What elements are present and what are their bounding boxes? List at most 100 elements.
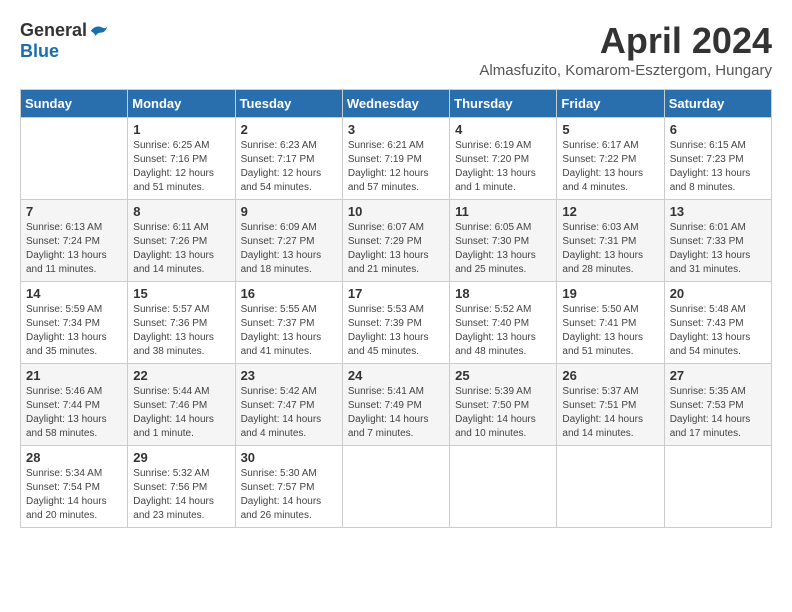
- calendar-cell: [450, 446, 557, 528]
- calendar-cell: 13 Sunrise: 6:01 AM Sunset: 7:33 PM Dayli…: [664, 200, 771, 282]
- calendar-cell: [664, 446, 771, 528]
- calendar-cell: 18 Sunrise: 5:52 AM Sunset: 7:40 PM Dayli…: [450, 282, 557, 364]
- calendar-cell: 9 Sunrise: 6:09 AM Sunset: 7:27 PM Daylig…: [235, 200, 342, 282]
- header-thursday: Thursday: [450, 90, 557, 118]
- calendar-cell: 5 Sunrise: 6:17 AM Sunset: 7:22 PM Daylig…: [557, 118, 664, 200]
- day-info: Sunrise: 6:03 AM Sunset: 7:31 PM Dayligh…: [562, 221, 658, 277]
- day-number: 22: [133, 368, 229, 383]
- day-info: Sunrise: 5:52 AM Sunset: 7:40 PM Dayligh…: [455, 303, 551, 359]
- calendar-cell: 1 Sunrise: 6:25 AM Sunset: 7:16 PM Daylig…: [128, 118, 235, 200]
- calendar-table: SundayMondayTuesdayWednesdayThursdayFrid…: [20, 89, 772, 528]
- calendar-cell: [21, 118, 128, 200]
- day-number: 7: [26, 204, 122, 219]
- logo-general: General: [20, 20, 87, 41]
- month-title: April 2024: [479, 20, 772, 62]
- calendar-cell: 8Sunrise: 6:11 AM Sunset: 7:26 PM Daylig…: [128, 200, 235, 282]
- day-info: Sunrise: 5:44 AM Sunset: 7:46 PM Dayligh…: [133, 385, 229, 441]
- day-info: Sunrise: 6:19 AM Sunset: 7:20 PM Dayligh…: [455, 139, 551, 195]
- day-number: 11: [455, 204, 551, 219]
- day-number: 18: [455, 286, 551, 301]
- calendar-cell: 7 Sunrise: 6:13 AM Sunset: 7:24 PM Daylig…: [21, 200, 128, 282]
- calendar-cell: 6 Sunrise: 6:15 AM Sunset: 7:23 PM Daylig…: [664, 118, 771, 200]
- day-number: 15: [133, 286, 229, 301]
- day-info: Sunrise: 6:01 AM Sunset: 7:33 PM Dayligh…: [670, 221, 766, 277]
- calendar-cell: 2 Sunrise: 6:23 AM Sunset: 7:17 PM Daylig…: [235, 118, 342, 200]
- day-number: 16: [241, 286, 337, 301]
- day-number: 17: [348, 286, 444, 301]
- day-info: Sunrise: 6:25 AM Sunset: 7:16 PM Dayligh…: [133, 139, 229, 195]
- day-info: Sunrise: 5:53 AM Sunset: 7:39 PM Dayligh…: [348, 303, 444, 359]
- calendar-cell: 23 Sunrise: 5:42 AM Sunset: 7:47 PM Dayli…: [235, 364, 342, 446]
- calendar-cell: 19 Sunrise: 5:50 AM Sunset: 7:41 PM Dayli…: [557, 282, 664, 364]
- day-number: 20: [670, 286, 766, 301]
- header-friday: Friday: [557, 90, 664, 118]
- day-number: 9: [241, 204, 337, 219]
- day-number: 5: [562, 122, 658, 137]
- calendar-cell: 25 Sunrise: 5:39 AM Sunset: 7:50 PM Dayli…: [450, 364, 557, 446]
- calendar-cell: 4 Sunrise: 6:19 AM Sunset: 7:20 PM Daylig…: [450, 118, 557, 200]
- logo: General Blue: [20, 20, 109, 62]
- calendar-cell: 21Sunrise: 5:46 AM Sunset: 7:44 PM Dayli…: [21, 364, 128, 446]
- day-info: Sunrise: 5:55 AM Sunset: 7:37 PM Dayligh…: [241, 303, 337, 359]
- day-info: Sunrise: 6:13 AM Sunset: 7:24 PM Dayligh…: [26, 221, 122, 277]
- day-info: Sunrise: 5:42 AM Sunset: 7:47 PM Dayligh…: [241, 385, 337, 441]
- day-number: 3: [348, 122, 444, 137]
- day-info: Sunrise: 6:21 AM Sunset: 7:19 PM Dayligh…: [348, 139, 444, 195]
- day-info: Sunrise: 6:17 AM Sunset: 7:22 PM Dayligh…: [562, 139, 658, 195]
- day-info: Sunrise: 5:34 AM Sunset: 7:54 PM Dayligh…: [26, 467, 122, 523]
- location: Almasfuzito, Komarom-Esztergom, Hungary: [479, 62, 772, 79]
- title-area: April 2024 Almasfuzito, Komarom-Esztergo…: [479, 20, 772, 79]
- day-info: Sunrise: 5:35 AM Sunset: 7:53 PM Dayligh…: [670, 385, 766, 441]
- day-info: Sunrise: 6:23 AM Sunset: 7:17 PM Dayligh…: [241, 139, 337, 195]
- day-number: 19: [562, 286, 658, 301]
- day-info: Sunrise: 6:07 AM Sunset: 7:29 PM Dayligh…: [348, 221, 444, 277]
- header-monday: Monday: [128, 90, 235, 118]
- day-info: Sunrise: 5:37 AM Sunset: 7:51 PM Dayligh…: [562, 385, 658, 441]
- day-number: 6: [670, 122, 766, 137]
- day-number: 23: [241, 368, 337, 383]
- day-number: 2: [241, 122, 337, 137]
- calendar-cell: 30Sunrise: 5:30 AM Sunset: 7:57 PM Dayli…: [235, 446, 342, 528]
- logo-blue: Blue: [20, 41, 59, 62]
- calendar-cell: [557, 446, 664, 528]
- calendar-cell: 12 Sunrise: 6:03 AM Sunset: 7:31 PM Dayli…: [557, 200, 664, 282]
- day-number: 30: [241, 450, 337, 465]
- calendar-cell: 24Sunrise: 5:41 AM Sunset: 7:49 PM Dayli…: [342, 364, 449, 446]
- day-info: Sunrise: 6:05 AM Sunset: 7:30 PM Dayligh…: [455, 221, 551, 277]
- calendar-cell: 26Sunrise: 5:37 AM Sunset: 7:51 PM Dayli…: [557, 364, 664, 446]
- day-info: Sunrise: 5:32 AM Sunset: 7:56 PM Dayligh…: [133, 467, 229, 523]
- calendar-week-1: 1 Sunrise: 6:25 AM Sunset: 7:16 PM Daylig…: [21, 118, 772, 200]
- day-number: 27: [670, 368, 766, 383]
- day-number: 1: [133, 122, 229, 137]
- calendar-cell: 10 Sunrise: 6:07 AM Sunset: 7:29 PM Dayli…: [342, 200, 449, 282]
- day-info: Sunrise: 5:41 AM Sunset: 7:49 PM Dayligh…: [348, 385, 444, 441]
- calendar-week-5: 28Sunrise: 5:34 AM Sunset: 7:54 PM Dayli…: [21, 446, 772, 528]
- day-number: 14: [26, 286, 122, 301]
- calendar-week-3: 14 Sunrise: 5:59 AM Sunset: 7:34 PM Dayli…: [21, 282, 772, 364]
- day-info: Sunrise: 5:59 AM Sunset: 7:34 PM Dayligh…: [26, 303, 122, 359]
- day-number: 29: [133, 450, 229, 465]
- calendar-cell: 17 Sunrise: 5:53 AM Sunset: 7:39 PM Dayli…: [342, 282, 449, 364]
- day-info: Sunrise: 5:39 AM Sunset: 7:50 PM Dayligh…: [455, 385, 551, 441]
- day-info: Sunrise: 5:46 AM Sunset: 7:44 PM Dayligh…: [26, 385, 122, 441]
- day-info: Sunrise: 5:50 AM Sunset: 7:41 PM Dayligh…: [562, 303, 658, 359]
- calendar-header-row: SundayMondayTuesdayWednesdayThursdayFrid…: [21, 90, 772, 118]
- day-info: Sunrise: 6:09 AM Sunset: 7:27 PM Dayligh…: [241, 221, 337, 277]
- calendar-cell: 20 Sunrise: 5:48 AM Sunset: 7:43 PM Dayli…: [664, 282, 771, 364]
- day-number: 10: [348, 204, 444, 219]
- day-number: 4: [455, 122, 551, 137]
- calendar-cell: 27 Sunrise: 5:35 AM Sunset: 7:53 PM Dayli…: [664, 364, 771, 446]
- calendar-cell: 16 Sunrise: 5:55 AM Sunset: 7:37 PM Dayli…: [235, 282, 342, 364]
- calendar-week-2: 7 Sunrise: 6:13 AM Sunset: 7:24 PM Daylig…: [21, 200, 772, 282]
- calendar-cell: [342, 446, 449, 528]
- day-number: 25: [455, 368, 551, 383]
- day-number: 13: [670, 204, 766, 219]
- header-tuesday: Tuesday: [235, 90, 342, 118]
- header-sunday: Sunday: [21, 90, 128, 118]
- page-header: General Blue April 2024 Almasfuzito, Kom…: [20, 20, 772, 79]
- day-info: Sunrise: 5:48 AM Sunset: 7:43 PM Dayligh…: [670, 303, 766, 359]
- day-info: Sunrise: 6:15 AM Sunset: 7:23 PM Dayligh…: [670, 139, 766, 195]
- day-number: 12: [562, 204, 658, 219]
- day-info: Sunrise: 6:11 AM Sunset: 7:26 PM Dayligh…: [133, 221, 229, 277]
- calendar-cell: 14 Sunrise: 5:59 AM Sunset: 7:34 PM Dayli…: [21, 282, 128, 364]
